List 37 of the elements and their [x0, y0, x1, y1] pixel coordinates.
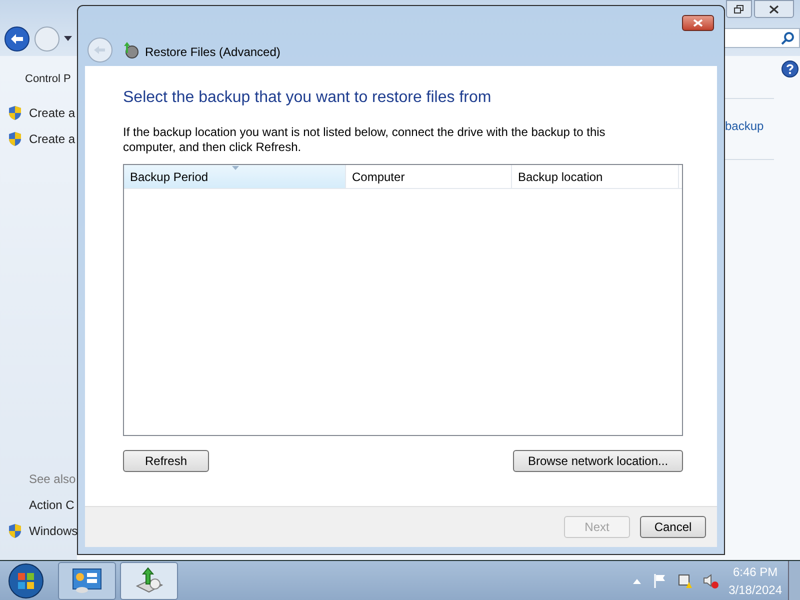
close-button[interactable] [754, 0, 794, 18]
maximize-button[interactable] [726, 0, 752, 18]
shield-icon [7, 130, 23, 146]
backup-link[interactable]: backup [724, 117, 764, 135]
dialog-title: Restore Files (Advanced) [145, 44, 280, 61]
back-icon[interactable] [4, 26, 30, 52]
dialog-button[interactable]: Cancel [640, 516, 706, 538]
help-icon[interactable] [781, 60, 799, 78]
sort-arrow-icon [232, 166, 239, 170]
dialog-button[interactable]: Refresh [123, 450, 209, 472]
task-link[interactable]: Create a [29, 104, 76, 122]
network-warning-icon[interactable] [676, 572, 693, 588]
control-panel-icon [72, 568, 102, 594]
dialog-heading: Select the backup that you want to restore files from [123, 88, 492, 108]
restore-icon [734, 4, 744, 14]
see-also-heading: See also [28, 471, 77, 488]
column-header[interactable]: Backup Period [124, 165, 346, 188]
dialog-button[interactable]: Browse network location... [513, 450, 683, 472]
show-desktop-button[interactable] [788, 560, 800, 600]
close-icon [693, 19, 703, 27]
close-icon [769, 4, 779, 14]
see-also-link[interactable]: Windows [29, 522, 78, 540]
search-icon [781, 31, 795, 45]
see-also-link[interactable]: Action C [29, 496, 74, 514]
start-button[interactable] [6, 560, 46, 600]
caret-icon[interactable] [64, 36, 72, 42]
shield-icon [7, 523, 23, 539]
taskbar-button[interactable] [58, 562, 116, 600]
backup-restore-icon [121, 41, 139, 59]
backup-drive-icon [134, 566, 164, 596]
nav-pane-title[interactable]: Control P [7, 71, 77, 88]
taskbar-button[interactable] [120, 562, 178, 600]
task-link[interactable]: Create a [29, 130, 76, 148]
shield-icon [7, 104, 23, 120]
close-button[interactable] [682, 15, 714, 31]
instruction-text: If the backup location you want is not listed below, connect the drive with the backup to this computer, and then click Refresh. [123, 125, 606, 155]
volume-muted-icon[interactable] [702, 572, 719, 588]
